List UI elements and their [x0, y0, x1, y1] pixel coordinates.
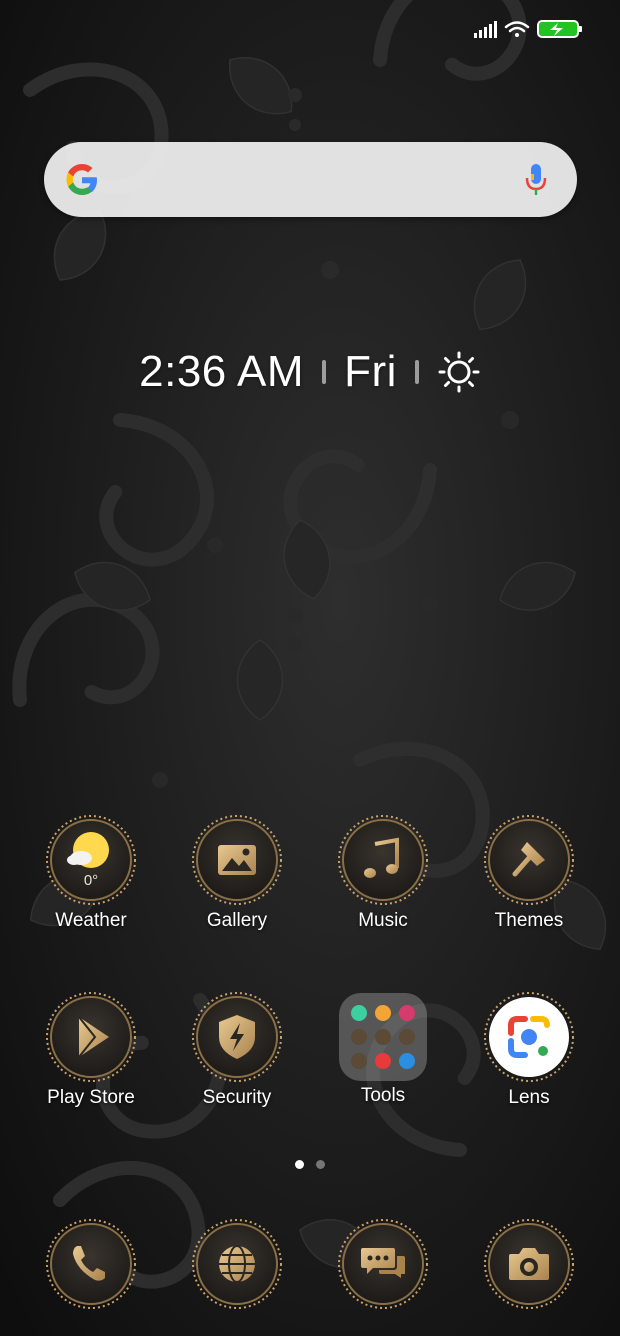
- separator: [414, 360, 419, 384]
- clock-widget[interactable]: 2:36 AM Fri: [0, 340, 620, 404]
- mini-app-icon: [351, 1005, 367, 1021]
- messages-icon[interactable]: [337, 1218, 429, 1310]
- page-dot-active[interactable]: [295, 1160, 304, 1169]
- mic-icon[interactable]: [525, 162, 547, 198]
- app-lens[interactable]: Lens: [456, 991, 602, 1109]
- shield-bolt-icon[interactable]: [191, 991, 283, 1083]
- mini-app-icon: [399, 1029, 415, 1045]
- app-label: Music: [358, 910, 408, 931]
- dock-camera[interactable]: [456, 1218, 602, 1310]
- play-store-icon[interactable]: [45, 991, 137, 1083]
- mini-app-icon: [375, 1053, 391, 1069]
- app-label: Tools: [360, 1085, 406, 1106]
- separator: [322, 360, 327, 384]
- app-label: Themes: [494, 910, 564, 931]
- camera-icon[interactable]: [483, 1218, 575, 1310]
- app-label: Lens: [508, 1087, 550, 1108]
- page-dot[interactable]: [316, 1160, 325, 1169]
- mini-app-icon: [351, 1029, 367, 1045]
- dock-phone[interactable]: [18, 1218, 164, 1310]
- clock-time[interactable]: 2:36 AM: [139, 347, 304, 397]
- mini-app-icon: [351, 1053, 367, 1069]
- paintbrush-icon[interactable]: [483, 814, 575, 906]
- google-g-icon: [66, 164, 97, 195]
- dock-messages[interactable]: [310, 1218, 456, 1310]
- battery-charging-icon: [537, 20, 582, 38]
- app-themes[interactable]: Themes: [456, 814, 602, 932]
- mini-app-icon: [375, 1005, 391, 1021]
- gallery-icon[interactable]: [191, 814, 283, 906]
- google-lens-icon[interactable]: [483, 991, 575, 1083]
- weather-temp: 0°: [83, 872, 99, 889]
- wifi-icon: [504, 21, 530, 37]
- folder-icon[interactable]: [339, 993, 427, 1081]
- app-security[interactable]: Security: [164, 991, 310, 1109]
- browser-globe-icon[interactable]: [191, 1218, 283, 1310]
- search-input[interactable]: [114, 162, 488, 200]
- app-label: Security: [202, 1087, 272, 1108]
- mini-app-icon: [375, 1029, 391, 1045]
- music-note-icon[interactable]: [337, 814, 429, 906]
- dock-browser[interactable]: [164, 1218, 310, 1310]
- app-music[interactable]: Music: [310, 814, 456, 932]
- sun-icon[interactable]: [437, 350, 481, 394]
- mini-app-icon: [399, 1053, 415, 1069]
- mini-app-icon: [399, 1005, 415, 1021]
- phone-icon[interactable]: [45, 1218, 137, 1310]
- app-label: Gallery: [206, 910, 268, 931]
- google-search-bar[interactable]: [44, 142, 577, 217]
- app-gallery[interactable]: Gallery: [164, 814, 310, 932]
- signal-bars-icon: [474, 21, 497, 38]
- clock-day[interactable]: Fri: [344, 347, 397, 397]
- status-bar: [474, 20, 582, 38]
- weather-icon[interactable]: 0°: [45, 814, 137, 906]
- app-weather[interactable]: 0° Weather: [18, 814, 164, 932]
- app-label: Play Store: [47, 1087, 135, 1108]
- page-indicator[interactable]: [0, 1160, 620, 1172]
- app-label: Weather: [55, 910, 127, 931]
- app-tools-folder[interactable]: Tools: [310, 991, 456, 1107]
- app-play-store[interactable]: Play Store: [18, 991, 164, 1109]
